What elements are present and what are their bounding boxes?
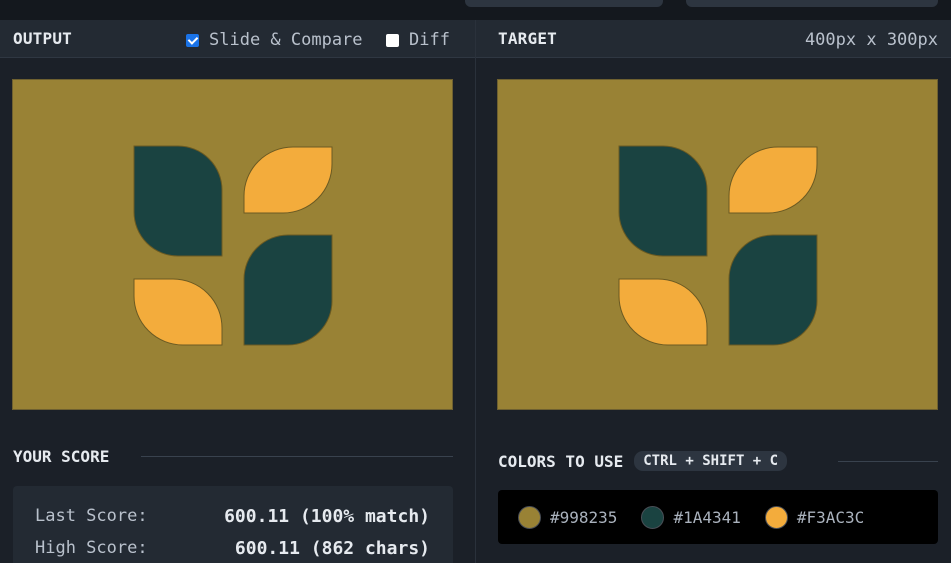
- swatch-dot: [764, 505, 788, 529]
- last-score-value: 600.11 (100% match): [224, 506, 430, 527]
- colors-rule: [838, 461, 938, 462]
- swatch-hex: #998235: [550, 507, 618, 527]
- canvas-background: [498, 80, 937, 409]
- output-canvas[interactable]: [12, 79, 453, 410]
- diff-label: Diff: [409, 30, 450, 50]
- toolbar-button[interactable]: [465, 0, 663, 7]
- target-dimensions: 400px x 300px: [804, 30, 938, 50]
- color-swatch[interactable]: #1A4341: [641, 505, 741, 529]
- output-header: OUTPUT Slide & Compare Diff: [0, 20, 475, 58]
- toolbar-button[interactable]: [686, 0, 938, 7]
- leaf-dark-bottom-right: [728, 234, 818, 346]
- swatch-dot: [641, 505, 665, 529]
- swatch-dot: [518, 505, 541, 529]
- score-panel: Last Score: 600.11 (100% match) High Sco…: [13, 486, 453, 563]
- leaf-dark-top-left: [133, 145, 223, 257]
- swatch-hex: #F3AC3C: [796, 507, 865, 527]
- last-score-row: Last Score: 600.11 (100% match): [35, 506, 430, 527]
- colors-shortcut-badge: CTRL + SHIFT + C: [634, 451, 788, 471]
- last-score-label: Last Score:: [35, 506, 148, 526]
- diff-checkbox[interactable]: [386, 33, 399, 47]
- colors-title: COLORS TO USE: [498, 451, 624, 471]
- slide-compare-label: Slide & Compare: [209, 30, 363, 50]
- color-swatch[interactable]: #F3AC3C: [764, 505, 865, 529]
- swatch-hex: #1A4341: [673, 507, 741, 527]
- color-palette: #998235 #1A4341 #F3AC3C: [498, 490, 938, 544]
- target-title: TARGET: [498, 29, 557, 48]
- slide-compare-toggle[interactable]: Slide & Compare: [186, 30, 363, 50]
- high-score-value: 600.11 (862 chars): [234, 538, 430, 559]
- top-toolbar: [0, 0, 951, 20]
- high-score-row: High Score: 600.11 (862 chars): [35, 538, 430, 559]
- colors-header: COLORS TO USE CTRL + SHIFT + C: [498, 451, 788, 471]
- score-title: YOUR SCORE: [13, 447, 110, 466]
- panel-divider: [475, 20, 476, 563]
- output-title: OUTPUT: [13, 29, 72, 48]
- target-header: TARGET 400px x 300px: [476, 20, 951, 58]
- score-rule: [141, 456, 453, 457]
- diff-toggle[interactable]: Diff: [386, 30, 450, 50]
- target-canvas: [497, 79, 938, 410]
- high-score-label: High Score:: [35, 538, 148, 558]
- canvas-background: [13, 80, 452, 409]
- color-swatch[interactable]: #998235: [518, 505, 618, 529]
- slide-compare-checkbox[interactable]: [186, 33, 199, 47]
- leaf-dark-bottom-right: [243, 234, 333, 346]
- leaf-dark-top-left: [618, 145, 708, 257]
